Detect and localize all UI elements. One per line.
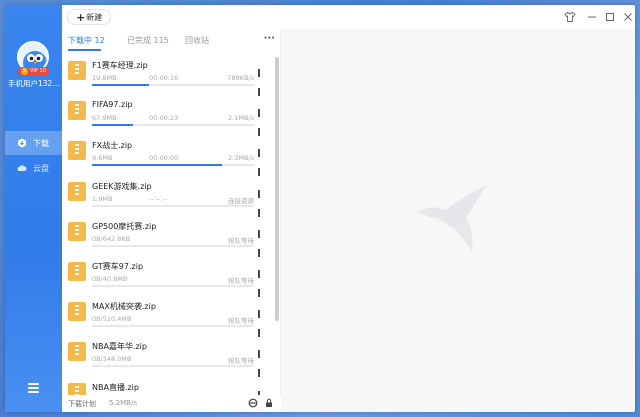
download-speed: 排队等待	[228, 236, 254, 245]
nav-item-label: 云盘	[33, 163, 49, 173]
progress-bar	[92, 164, 254, 167]
pause-icon[interactable]	[258, 303, 265, 338]
download-speed: 2.3MB/s	[228, 154, 254, 163]
pause-icon[interactable]	[258, 62, 265, 96]
zip-file-icon	[68, 61, 86, 80]
pause-icon[interactable]	[258, 343, 265, 378]
file-name: GP500摩托赛.zip	[92, 221, 157, 231]
file-size: 9.6MB	[92, 154, 113, 163]
download-row[interactable]: F1赛车经理.zip 19.8MB 00:00:16 789KB/s	[62, 57, 275, 97]
file-size: 0B/642.8KB	[92, 234, 131, 243]
zip-file-icon	[68, 101, 86, 121]
remaining-time: 00:00:16	[149, 74, 179, 82]
download-row[interactable]: GT赛车97.zip 0B/40.8MB 排队等待	[62, 258, 275, 298]
download-speed: 排队等待	[228, 276, 254, 285]
hummingbird-logo-icon	[418, 186, 486, 252]
pause-icon[interactable]	[258, 263, 265, 297]
download-row[interactable]: GEEK游戏集.zip 1.9MB --:--:-- 连接资源	[62, 178, 275, 218]
new-task-button[interactable]: + 新建	[67, 9, 112, 25]
file-size: 19.8MB	[92, 74, 117, 82]
download-speed: 789KB/s	[227, 74, 254, 82]
download-speed: 排队等待	[228, 317, 254, 326]
plus-icon: +	[76, 10, 86, 24]
file-name: FIFA97.zip	[92, 100, 133, 110]
progress-bar	[92, 124, 254, 127]
vip-badge: S VIP 10	[18, 67, 49, 76]
tab-downloading[interactable]: 下载中 12	[68, 35, 105, 46]
tab-bar: 下载中 12 已完成 115 回收站 ···	[62, 29, 281, 51]
total-speed: 5.2MB/s	[109, 399, 137, 407]
detail-area	[281, 29, 635, 412]
sidebar: S VIP 10 手机用户132... 下载 云盘	[5, 5, 62, 412]
download-speed: 2.1MB/s	[228, 114, 254, 123]
remaining-time: 00:00:23	[149, 114, 179, 123]
download-row[interactable]: NBA嘉年华.zip 0B/348.0MB 排队等待	[62, 338, 275, 378]
app-window: S VIP 10 手机用户132... 下载 云盘 + 新建 下载中 12 已完…	[5, 5, 635, 412]
pause-icon[interactable]	[258, 102, 265, 137]
tab-recycle-bin[interactable]: 回收站	[185, 35, 209, 46]
username[interactable]: 手机用户132...	[8, 78, 62, 89]
active-tab-indicator	[68, 49, 101, 51]
file-size: 0B/520.4MB	[92, 315, 132, 324]
zip-file-icon	[68, 141, 86, 161]
skin-shirt-icon[interactable]	[564, 11, 576, 23]
menu-icon[interactable]	[28, 383, 39, 393]
file-name: F1赛车经理.zip	[92, 61, 148, 70]
file-name: NBA嘉年华.zip	[92, 342, 147, 352]
download-speed: 连接资源	[228, 196, 254, 205]
progress-bar	[92, 325, 254, 328]
more-icon[interactable]: ···	[264, 33, 275, 44]
pause-icon[interactable]	[258, 142, 265, 177]
download-list: F1赛车经理.zip 19.8MB 00:00:16 789KB/s FIFA9…	[62, 57, 275, 412]
progress-bar	[92, 284, 254, 287]
zip-file-icon	[68, 181, 86, 201]
cloud-icon	[17, 165, 27, 171]
lock-icon[interactable]	[264, 398, 274, 408]
pause-icon[interactable]	[258, 384, 265, 412]
remaining-time: --:--:--	[149, 194, 168, 203]
file-size: 0B/40.8MB	[92, 274, 128, 283]
download-list-panel: 下载中 12 已完成 115 回收站 ··· F1赛车经理.zip 19.8MB…	[62, 29, 281, 412]
file-size: 67.9MB	[92, 114, 117, 123]
file-name: FX战士.zip	[92, 141, 133, 151]
pause-icon[interactable]	[258, 223, 265, 257]
tab-completed[interactable]: 已完成 115	[127, 35, 169, 46]
file-name: MAX机械突袭.zip	[92, 302, 156, 312]
file-name: GT赛车97.zip	[92, 261, 144, 271]
download-speed: 排队等待	[228, 357, 254, 366]
download-plan-link[interactable]: 下载计划	[68, 399, 96, 409]
progress-bar	[92, 84, 254, 86]
download-row[interactable]: MAX机械突袭.zip 0B/520.4MB 排队等待	[62, 298, 275, 338]
minimize-icon[interactable]	[586, 11, 598, 23]
download-icon	[18, 138, 26, 148]
zip-file-icon	[68, 261, 86, 281]
download-row[interactable]: FX战士.zip 9.6MB 00:00:00 2.3MB/s	[62, 137, 275, 177]
download-row[interactable]: GP500摩托赛.zip 0B/642.8KB 排队等待	[62, 218, 275, 258]
list-footer: 下载计划 5.2MB/s	[62, 395, 281, 412]
file-name: GEEK游戏集.zip	[92, 181, 152, 191]
file-name: NBA直播.zip	[92, 382, 139, 392]
top-bar: + 新建	[62, 5, 635, 29]
zip-file-icon	[68, 342, 86, 362]
progress-bar	[92, 365, 254, 368]
nav-item-cloud[interactable]: 云盘	[5, 156, 62, 180]
pause-icon[interactable]	[258, 183, 265, 217]
progress-fill	[92, 124, 133, 127]
zip-file-icon	[68, 302, 86, 322]
maximize-icon[interactable]	[604, 11, 616, 23]
file-size: 0B/348.0MB	[92, 355, 132, 364]
close-icon[interactable]	[622, 11, 634, 23]
progress-bar	[92, 244, 254, 247]
nav-item-download[interactable]: 下载	[5, 131, 62, 155]
browser-e-icon[interactable]	[248, 398, 258, 408]
scrollbar[interactable]	[275, 57, 279, 321]
download-row[interactable]: FIFA97.zip 67.9MB 00:00:23 2.1MB/s	[62, 97, 275, 137]
zip-file-icon	[68, 221, 86, 241]
progress-fill	[92, 164, 222, 167]
remaining-time: 00:00:00	[149, 154, 179, 163]
file-size: 1.9MB	[92, 194, 113, 203]
progress-bar	[92, 204, 254, 207]
progress-fill	[92, 84, 149, 86]
nav-item-label: 下载	[33, 138, 49, 148]
